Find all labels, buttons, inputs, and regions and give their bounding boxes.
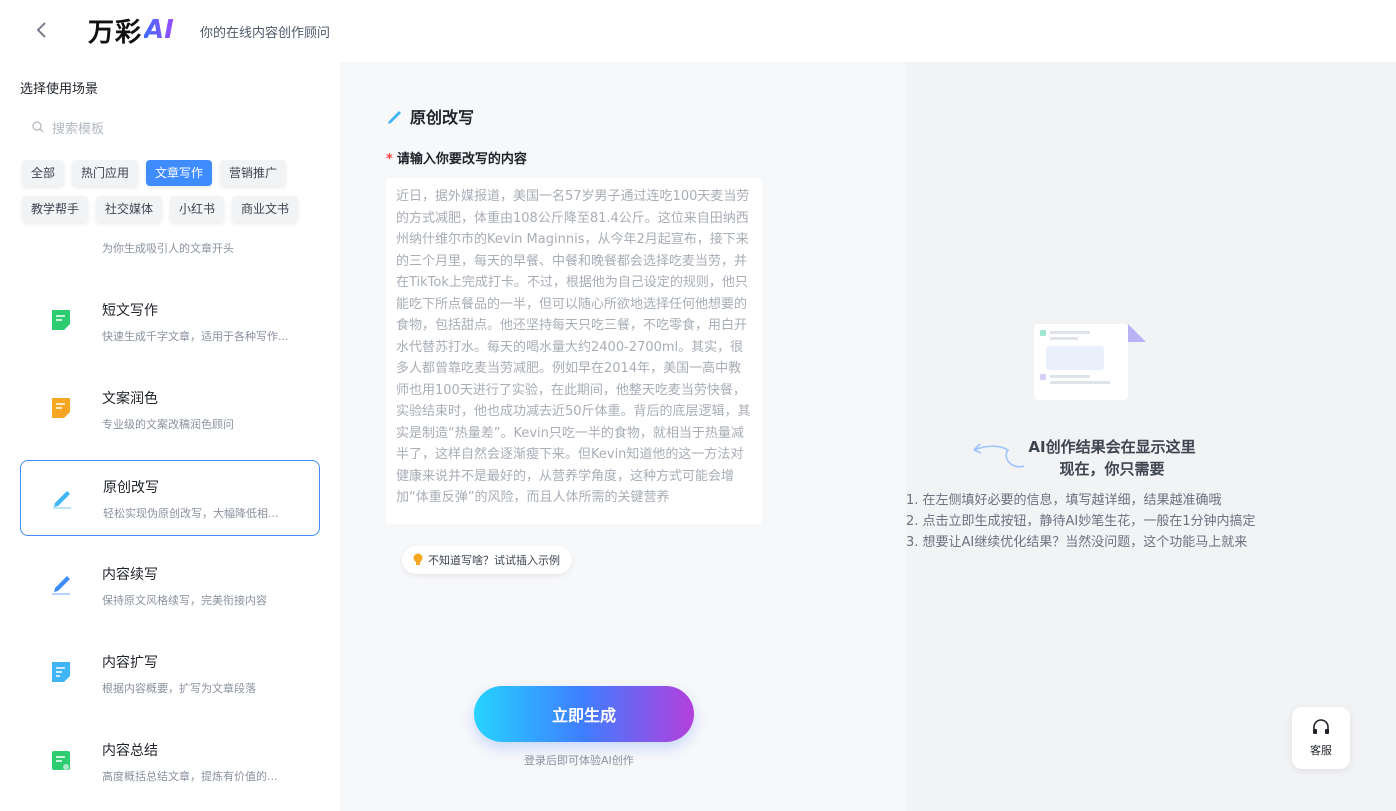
expand-icon	[52, 662, 70, 682]
editor-title-text: 原创改写	[410, 108, 475, 127]
generate-button[interactable]: 立即生成	[474, 686, 694, 742]
customer-service-button[interactable]: 客服	[1292, 707, 1350, 769]
scene-desc: 保持原文风格续写，完美衔接内容	[102, 594, 267, 607]
section-title: 选择使用场景	[20, 82, 99, 97]
editor-panel: 原创改写 * 请输入你要改写的内容 近日，据外媒报道，美国一名57岁男子通过连吃1…	[340, 62, 906, 811]
tag-hot[interactable]: 热门应用	[72, 160, 139, 186]
pen-icon	[52, 576, 70, 595]
chevron-left-icon	[36, 22, 46, 38]
document-icon	[52, 310, 70, 330]
scene-item-summary[interactable]: 内容总结 高度概括总结文章，提炼有价值的...	[20, 724, 320, 800]
customer-service-label: 客服	[1310, 744, 1332, 757]
tag-row: 教学帮手 社交媒体 小红书 商业文书	[22, 196, 322, 222]
tag-article-writing[interactable]: 文章写作	[146, 160, 213, 186]
scene-title: 内容扩写	[102, 655, 158, 671]
category-tags: 全部 热门应用 文章写作 营销推广 教学帮手 社交媒体 小红书 商业文书	[22, 160, 322, 232]
pencil-icon	[388, 111, 401, 124]
curved-arrow-icon	[973, 443, 1025, 468]
polish-icon	[52, 398, 70, 418]
required-mark: *	[386, 152, 393, 167]
login-note: 登录后即可体验AI创作	[524, 754, 634, 767]
tag-xiaohongshu[interactable]: 小红书	[170, 196, 225, 222]
tag-all[interactable]: 全部	[22, 160, 65, 186]
tag-business[interactable]: 商业文书	[232, 196, 299, 222]
result-step: 2. 点击立即生成按钮，静待AI妙笔生花，一般在1分钟内搞定	[906, 514, 1256, 529]
app-logo[interactable]: 万彩 AI	[88, 13, 174, 48]
lightbulb-icon	[413, 553, 423, 565]
logo-text: 万彩	[88, 17, 143, 48]
scene-item-expand[interactable]: 内容扩写 根据内容概要，扩写为文章段落	[20, 636, 320, 712]
search-icon	[32, 121, 44, 133]
tag-marketing[interactable]: 营销推广	[220, 160, 287, 186]
scene-title: 内容续写	[102, 567, 158, 583]
scene-title: 文案润色	[102, 391, 158, 407]
summary-icon	[52, 751, 70, 770]
editor-title: 原创改写	[386, 104, 474, 128]
scene-item-rewrite[interactable]: 原创改写 轻松实现伪原创改写，大幅降低相...	[20, 460, 320, 536]
app-tagline: 你的在线内容创作顾问	[200, 26, 331, 41]
headset-icon	[1313, 719, 1329, 734]
tag-description: 为你生成吸引人的文章开头	[102, 242, 234, 255]
field-label-text: 请输入你要改写的内容	[396, 152, 527, 167]
pencil-icon	[53, 491, 71, 509]
scene-item-short-writing[interactable]: 短文写作 快速生成千字文章，适用于各种写作...	[20, 284, 320, 360]
scene-title: 短文写作	[102, 303, 158, 319]
top-header: 万彩 AI 你的在线内容创作顾问	[0, 0, 1396, 62]
document-illustration-icon	[1034, 324, 1146, 400]
scene-item-continue[interactable]: 内容续写 保持原文风格续写，完美衔接内容	[20, 548, 320, 624]
search-input[interactable]: 搜索模板	[20, 110, 320, 144]
field-label: * 请输入你要改写的内容	[386, 148, 527, 167]
scene-desc: 快速生成千字文章，适用于各种写作...	[102, 330, 289, 343]
result-panel: AI创作结果会在显示这里 现在，你只需要 1. 在左侧填好必要的信息，填写越详细…	[906, 62, 1396, 811]
result-step: 3. 想要让AI继续优化结果？当然没问题，这个功能马上就来	[906, 535, 1248, 550]
tag-teaching[interactable]: 教学帮手	[22, 196, 89, 222]
insert-example-button[interactable]: 不知道写啥？试试插入示例	[402, 546, 572, 574]
result-steps: 1. 在左侧填好必要的信息，填写越详细，结果越准确哦 2. 点击立即生成按钮，静…	[906, 490, 1256, 553]
scene-desc: 专业级的文案改稿润色顾问	[102, 418, 234, 431]
scene-sidebar: 选择使用场景 搜索模板 全部 热门应用 文章写作 营销推广 教学帮手 社交媒体 …	[0, 62, 340, 811]
tag-row: 全部 热门应用 文章写作 营销推广	[22, 160, 322, 186]
logo-ai: AI	[144, 15, 174, 45]
insert-example-label: 不知道写啥？试试插入示例	[428, 554, 560, 567]
scene-desc: 轻松实现伪原创改写，大幅降低相...	[103, 507, 279, 520]
scene-title: 原创改写	[103, 480, 159, 496]
scene-item-polish[interactable]: 文案润色 专业级的文案改稿润色顾问	[20, 372, 320, 448]
search-placeholder: 搜索模板	[52, 121, 105, 137]
scene-title: 内容总结	[102, 743, 158, 759]
scene-list: 短文写作 快速生成千字文章，适用于各种写作... 文案润色 专业级的文案改稿润色…	[20, 284, 320, 811]
scene-desc: 根据内容概要，扩写为文章段落	[102, 682, 256, 695]
content-textarea[interactable]: 近日，据外媒报道，美国一名57岁男子通过连吃100天麦当劳的方式减肥，体重由10…	[386, 178, 762, 524]
result-step: 1. 在左侧填好必要的信息，填写越详细，结果越准确哦	[906, 493, 1222, 508]
tag-social[interactable]: 社交媒体	[96, 196, 163, 222]
scene-desc: 高度概括总结文章，提炼有价值的...	[102, 770, 278, 783]
back-button[interactable]	[28, 16, 56, 44]
